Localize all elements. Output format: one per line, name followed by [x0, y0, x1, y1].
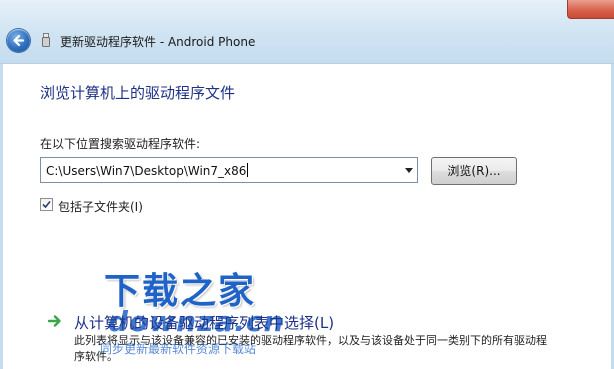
- include-subfolders-label[interactable]: 包括子文件夹(I): [58, 198, 143, 215]
- watermark-subtitle: 同步更新最新软件资源下载站: [100, 342, 257, 356]
- window-title: 更新驱动程序软件 - Android Phone: [60, 35, 256, 49]
- close-button[interactable]: [567, 0, 614, 19]
- choose-from-list-link[interactable]: 从计算机的设备驱动程序列表中选择(L): [74, 312, 334, 333]
- checkmark-icon: [42, 200, 51, 209]
- usb-device-icon: [42, 33, 50, 47]
- page-heading: 浏览计算机上的驱动程序文件: [40, 84, 236, 102]
- green-arrow-icon: [48, 315, 61, 327]
- browse-button[interactable]: 浏览(R)...: [431, 157, 517, 185]
- window-left-border: [0, 64, 3, 369]
- path-combobox[interactable]: C:\Users\Win7\Desktop\Win7_x86: [40, 157, 418, 183]
- title-bar: 更新驱动程序软件 - Android Phone: [0, 0, 614, 64]
- back-arrow-icon: [13, 34, 25, 47]
- text-caret: [247, 163, 249, 177]
- path-value[interactable]: C:\Users\Win7\Desktop\Win7_x86: [46, 163, 249, 178]
- search-location-label: 在以下位置搜索驱动程序软件:: [40, 137, 201, 151]
- back-button[interactable]: [7, 29, 30, 52]
- dropdown-arrow-icon[interactable]: [405, 168, 413, 173]
- include-subfolders-checkbox[interactable]: [40, 198, 53, 211]
